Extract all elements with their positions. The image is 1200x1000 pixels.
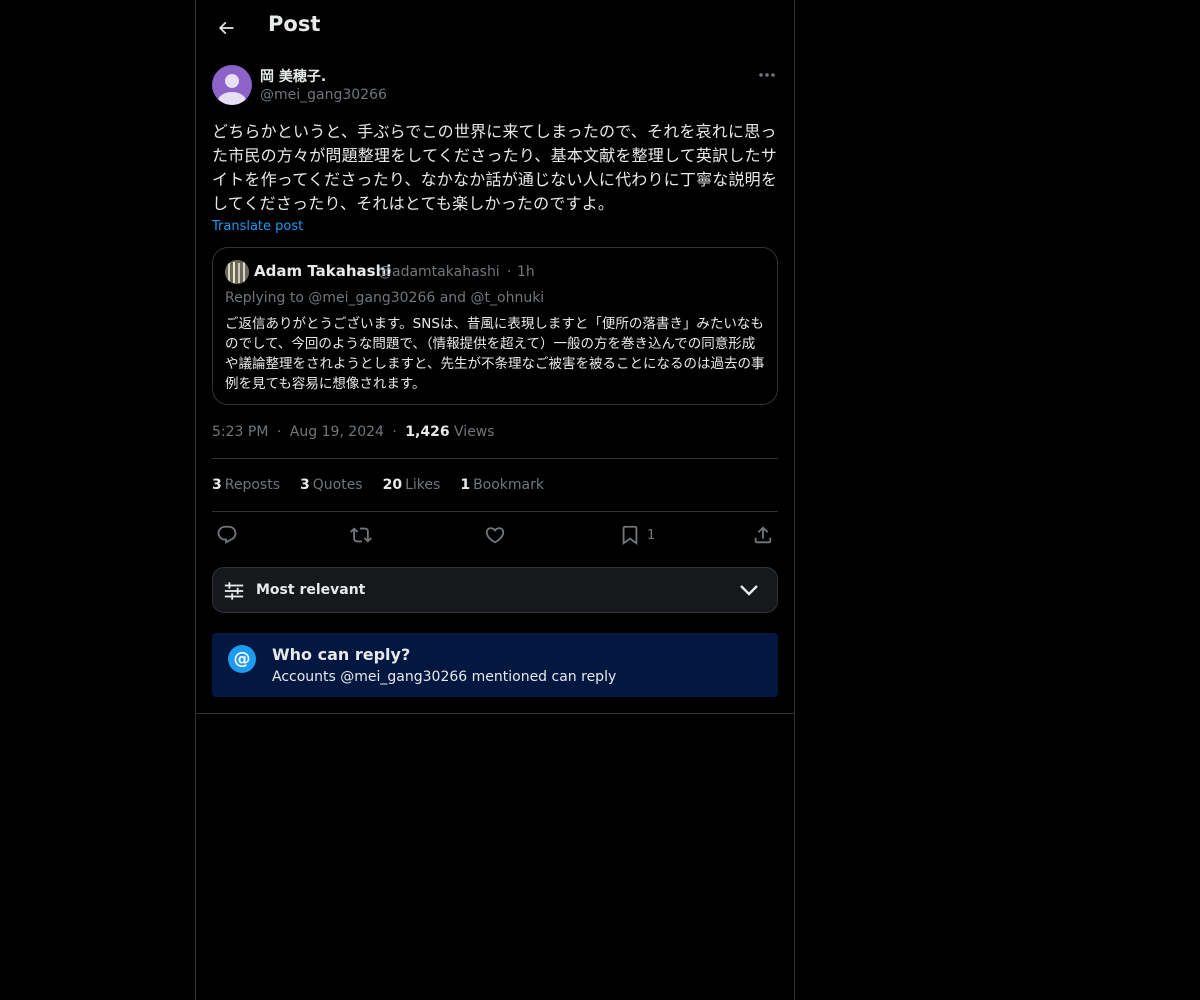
post-column: Post 岡 美穂子. @mei_gang30266 どちらかというと、手ぶらで… [195,0,795,1000]
like-button[interactable] [484,523,506,547]
header: Post [196,0,794,54]
repost-button[interactable] [350,523,372,547]
sort-label: Most relevant [256,582,366,598]
divider [212,458,778,459]
bookmarks-label: Bookmark [473,477,544,493]
divider [212,511,778,512]
post-text: どちらかというと、手ぶらでこの世界に来てしまったので、それを哀れに思った市民の方… [212,122,778,213]
author-handle[interactable]: @mei_gang30266 [260,87,387,103]
page-title: Post [268,12,321,36]
views-label: Views [454,424,495,440]
sort-replies-dropdown[interactable]: Most relevant [212,567,778,613]
reposts-stat[interactable]: 3 Reposts [212,477,280,493]
quotes-count: 3 [300,477,310,493]
quote-replying-to: Replying to @mei_gang30266 and @t_ohnuki [225,290,545,306]
engagement-stats: 3 Reposts 3 Quotes 20 Likes 1 Bookmark [212,477,544,493]
quote-text: ご返信ありがとうございます。SNSは、昔風に表現しますと「便所の落書き」みたいな… [225,316,765,392]
quotes-stat[interactable]: 3 Quotes [300,477,363,493]
who-can-reply-subtitle: Accounts @mei_gang30266 mentioned can re… [272,669,617,685]
share-button[interactable] [752,523,774,547]
likes-count: 20 [382,477,403,493]
likes-stat[interactable]: 20 Likes [383,477,441,493]
like-icon [485,527,505,544]
quote-separator: · [507,264,512,280]
bookmark-button[interactable]: 1 [619,523,655,547]
more-options-button[interactable] [756,66,778,84]
quote-author-name: Adam Takahashi [254,262,392,280]
bookmark-icon [622,525,638,546]
quote-author-handle: @adamtakahashi [378,264,500,280]
mention-icon: @ [228,645,256,673]
more-horizontal-icon [759,73,775,77]
views-count: 1,426 [405,424,450,440]
reposts-label: Reposts [224,477,280,493]
back-button[interactable] [212,14,240,42]
who-can-reply-title: Who can reply? [272,645,411,664]
quote-timestamp: 1h [517,264,535,280]
author-name[interactable]: 岡 美穂子. [260,66,326,86]
sliders-icon [224,582,244,600]
quoted-post[interactable]: Adam Takahashi @adamtakahashi · 1h Reply… [212,247,778,405]
default-avatar-icon [218,74,246,105]
meta-separator: · [392,424,397,440]
reply-button[interactable] [216,523,238,547]
who-can-reply-banner: @ Who can reply? Accounts @mei_gang30266… [212,633,778,697]
post-date[interactable]: Aug 19, 2024 [290,424,384,440]
divider [196,713,794,714]
quotes-label: Quotes [312,477,363,493]
share-icon [754,526,772,544]
repost-icon [350,527,372,543]
post-time[interactable]: 5:23 PM [212,424,268,440]
chevron-down-icon [740,585,758,596]
reply-icon [217,525,237,544]
meta-separator: · [276,424,282,440]
photo-avatar-icon [225,260,249,284]
post-meta: 5:23 PM · Aug 19, 2024 · 1,426 Views [212,424,495,440]
likes-label: Likes [405,477,441,493]
quote-author-avatar [225,260,249,284]
arrow-left-icon [218,21,234,35]
bookmark-count: 1 [647,527,656,543]
author-avatar[interactable] [212,65,252,105]
bookmarks-count: 1 [460,477,471,493]
translate-post-link[interactable]: Translate post [212,219,303,234]
bookmarks-stat[interactable]: 1 Bookmark [460,477,544,493]
reposts-count: 3 [212,477,222,493]
